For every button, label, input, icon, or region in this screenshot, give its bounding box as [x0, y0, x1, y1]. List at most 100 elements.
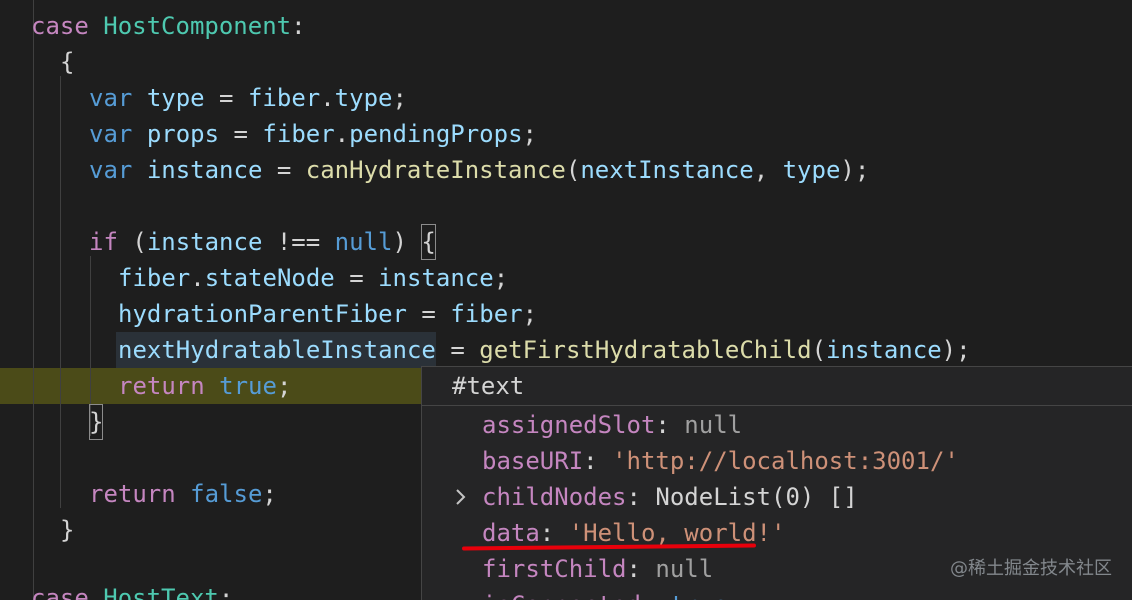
null-literal: null — [334, 228, 393, 256]
variable: instance — [146, 156, 263, 184]
variable: instance — [146, 228, 263, 256]
hover-prop-child-nodes[interactable]: childNodes: NodeList(0) [] — [482, 479, 858, 515]
punctuation: . — [190, 264, 205, 292]
code-line-return-true[interactable]: return true; — [118, 368, 291, 404]
prop-name: assignedSlot — [482, 411, 656, 439]
punctuation: ( — [565, 156, 581, 184]
punctuation: ; — [493, 264, 509, 292]
variable: nextHydratableInstance — [118, 336, 436, 364]
case-label: HostComponent — [103, 12, 292, 40]
operator: !== — [262, 228, 335, 256]
operator: = — [219, 120, 263, 148]
operator: = — [334, 264, 379, 292]
operator: = — [204, 84, 248, 112]
punctuation: : — [291, 12, 306, 40]
matched-bracket: { — [421, 224, 436, 260]
code-line-if[interactable]: if (instance !== null) { — [89, 224, 436, 260]
boolean-literal: true — [219, 372, 277, 400]
variable: fiber — [247, 84, 321, 112]
property: stateNode — [204, 264, 335, 292]
argument: nextInstance — [580, 156, 754, 184]
code-line-hydration-parent[interactable]: hydrationParentFiber = fiber; — [118, 296, 537, 332]
prop-separator: : — [641, 591, 670, 600]
keyword-if: if — [89, 228, 118, 256]
prop-separator: : — [655, 411, 685, 439]
code-line-open-brace[interactable]: { — [60, 44, 74, 80]
code-line-case-host-component[interactable]: case HostComponent: — [31, 8, 306, 44]
punctuation: , — [753, 156, 783, 184]
variable: instance — [378, 264, 494, 292]
operator: = — [406, 300, 451, 328]
punctuation: ; — [392, 84, 407, 112]
keyword-var: var — [89, 120, 133, 148]
hover-prop-assigned-slot[interactable]: assignedSlot: null — [482, 407, 742, 443]
hover-prop-base-uri[interactable]: baseURI: 'http://localhost:3001/' — [482, 443, 959, 479]
prop-name: firstChild — [482, 555, 627, 583]
prop-separator: : — [539, 519, 569, 547]
prop-value: NodeList(0) [] — [655, 483, 858, 511]
code-line-case-host-text[interactable]: case HostText: — [31, 580, 233, 600]
keyword-case: case — [31, 584, 89, 600]
chevron-right-icon[interactable] — [454, 479, 468, 515]
code-line-state-node[interactable]: fiber.stateNode = instance; — [118, 260, 508, 296]
hover-prop-is-connected[interactable]: isConnected: true — [482, 587, 728, 600]
punctuation: : — [218, 584, 234, 600]
function-call: canHydrateInstance — [305, 156, 566, 184]
case-label: HostText — [103, 584, 219, 600]
argument: type — [782, 156, 841, 184]
code-editor[interactable]: case HostComponent: { var type = fiber.t… — [0, 0, 1132, 600]
property: type — [334, 84, 393, 112]
prop-separator: : — [626, 483, 656, 511]
indent-guide — [33, 0, 34, 600]
punctuation: ( — [811, 336, 827, 364]
punctuation: ( — [117, 228, 147, 256]
variable: props — [146, 120, 220, 148]
property: pendingProps — [349, 120, 523, 148]
punctuation: ); — [840, 156, 870, 184]
function-call: getFirstHydratableChild — [479, 336, 812, 364]
keyword-return: return — [89, 480, 176, 508]
code-line-var-instance[interactable]: var instance = canHydrateInstance(nextIn… — [89, 152, 869, 188]
indent-guide — [60, 76, 61, 508]
prop-value: 'http://localhost:3001/' — [612, 447, 959, 475]
code-line-inner-close[interactable]: } — [89, 404, 104, 440]
keyword-var: var — [89, 84, 133, 112]
prop-name: data — [482, 519, 540, 547]
prop-separator: : — [626, 555, 656, 583]
keyword-return: return — [118, 372, 205, 400]
punctuation: . — [320, 84, 335, 112]
punctuation: ; — [522, 300, 538, 328]
prop-name: baseURI — [482, 447, 584, 475]
variable: fiber — [118, 264, 191, 292]
hover-prop-first-child[interactable]: firstChild: null — [482, 551, 713, 587]
brace: } — [60, 516, 75, 544]
punctuation: . — [334, 120, 350, 148]
punctuation: ); — [941, 336, 971, 364]
operator: = — [262, 156, 306, 184]
variable: type — [146, 84, 205, 112]
prop-value: true — [670, 591, 728, 600]
punctuation: ) — [392, 228, 422, 256]
variable: fiber — [450, 300, 523, 328]
matched-bracket: } — [89, 404, 104, 440]
prop-name: childNodes — [482, 483, 627, 511]
punctuation: ; — [262, 480, 277, 508]
code-line-next-hydratable[interactable]: nextHydratableInstance = getFirstHydrata… — [118, 332, 971, 368]
code-line-var-type[interactable]: var type = fiber.type; — [89, 80, 407, 116]
punctuation: ; — [276, 372, 292, 400]
punctuation: ; — [522, 120, 537, 148]
argument: instance — [826, 336, 942, 364]
code-line-var-props[interactable]: var props = fiber.pendingProps; — [89, 116, 537, 152]
prop-name: isConnected — [482, 591, 641, 600]
code-line-return-false[interactable]: return false; — [89, 476, 277, 512]
brace: { — [60, 48, 75, 76]
prop-value: null — [655, 555, 714, 583]
keyword-case: case — [31, 12, 89, 40]
variable: fiber — [262, 120, 335, 148]
operator: = — [435, 336, 480, 364]
prop-value: null — [684, 411, 743, 439]
boolean-literal: false — [190, 480, 263, 508]
code-line-outer-close[interactable]: } — [60, 512, 74, 548]
variable: hydrationParentFiber — [118, 300, 407, 328]
keyword-var: var — [89, 156, 133, 184]
